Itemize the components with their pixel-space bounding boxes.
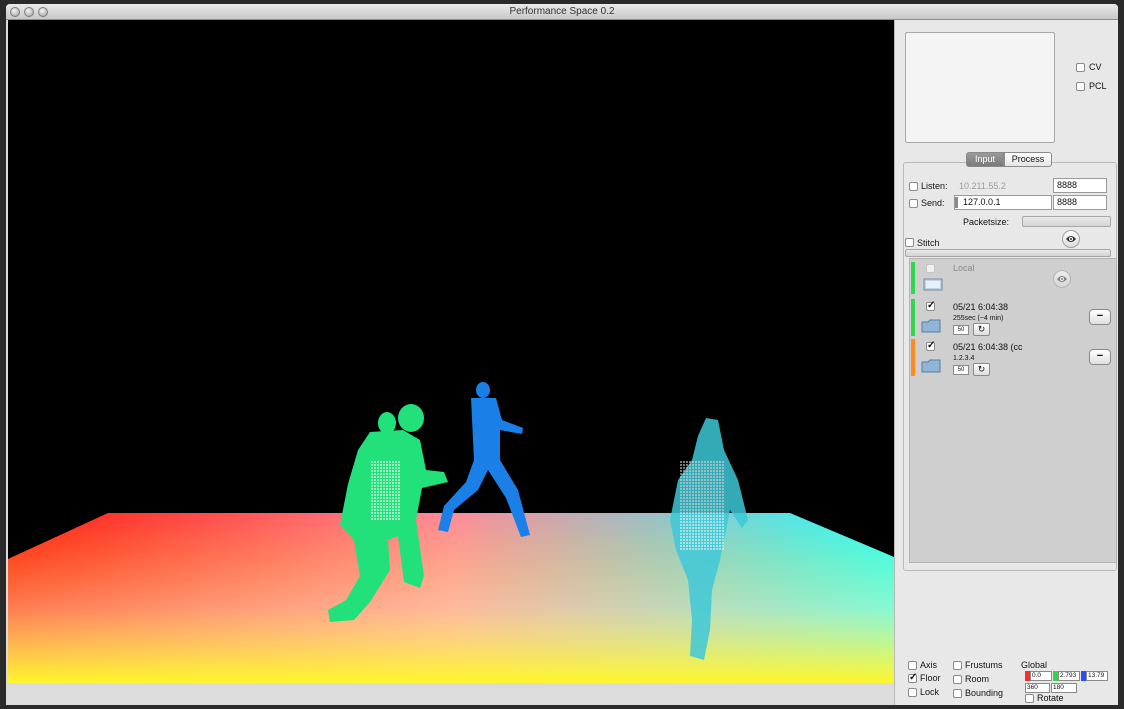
floor-label: Floor [920, 673, 941, 683]
text-cursor [955, 197, 958, 208]
global-x-field[interactable]: 0.0 [1030, 671, 1052, 681]
stitch-eye-toggle[interactable] [1062, 230, 1080, 248]
packetsize-label: Packetsize: [963, 217, 1010, 227]
title-bar[interactable]: Performance Space 0.2 [6, 4, 1118, 20]
stream-list: Local 05/21 6:04:38 255sec (~4 min) 50 [909, 258, 1117, 563]
lock-label: Lock [920, 687, 940, 697]
stream-2-checkbox[interactable] [926, 340, 935, 351]
stream-1-title: 05/21 6:04:38 [953, 302, 1009, 312]
stream-2-value[interactable]: 50 [953, 365, 969, 375]
listen-checkbox[interactable] [909, 182, 918, 191]
camera-preview [905, 32, 1055, 143]
window-title: Performance Space 0.2 [509, 6, 615, 17]
send-checkbox[interactable] [909, 199, 918, 208]
app-window: Performance Space 0.2 CV PCL Input Proce… [6, 4, 1118, 705]
control-panel: CV PCL Input Process Listen: 10.211.55.2… [894, 20, 1118, 705]
stream-2-title: 05/21 6:04:38 (cc [953, 342, 1023, 352]
cv-checkbox[interactable] [1076, 63, 1085, 72]
stream-2-remove-button[interactable]: − [1089, 349, 1111, 365]
pcl-label: PCL [1089, 81, 1107, 91]
monitor-icon [923, 278, 943, 291]
floor-plane [8, 513, 894, 683]
send-ip-field[interactable]: 127.0.0.1 [954, 195, 1052, 210]
axis-label: Axis [920, 660, 938, 670]
stream-1-refresh-button[interactable]: ↻ [973, 323, 990, 336]
stream-2-refresh-button[interactable]: ↻ [973, 363, 990, 376]
stream-1-value[interactable]: 50 [953, 325, 969, 335]
stream-1-checkbox[interactable] [926, 300, 935, 311]
point-cloud-scene [8, 382, 894, 683]
bounding-checkbox[interactable] [953, 689, 962, 698]
tab-input[interactable]: Input [966, 152, 1004, 167]
stream-local-eye-toggle[interactable] [1053, 270, 1071, 288]
stream-local-title: Local [953, 263, 975, 273]
global-rot-b-field[interactable]: 180 [1051, 683, 1077, 693]
stream-1-remove-button[interactable]: − [1089, 309, 1111, 325]
send-port-field[interactable]: 8888 [1053, 195, 1107, 210]
packetsize-bar [1022, 216, 1111, 227]
frustums-checkbox[interactable] [953, 661, 962, 670]
global-label: Global [1021, 660, 1048, 670]
room-label: Room [965, 674, 990, 684]
eye-icon [1057, 276, 1067, 282]
global-y-field[interactable]: 2.793 [1058, 671, 1080, 681]
listen-port-field[interactable]: 8888 [1053, 178, 1107, 193]
frustums-label: Frustums [965, 660, 1003, 670]
folder-icon [921, 319, 941, 333]
lock-checkbox[interactable] [908, 688, 917, 697]
pcl-checkbox[interactable] [1076, 82, 1085, 91]
send-label: Send: [921, 198, 945, 208]
stitch-label: Stitch [917, 238, 940, 248]
eye-icon [1066, 236, 1076, 242]
rotate-label: Rotate [1037, 693, 1064, 703]
tab-process[interactable]: Process [1004, 152, 1052, 167]
listen-ip: 10.211.55.2 [959, 181, 1006, 191]
stream-2-detail: 1.2.3.4 [953, 355, 975, 362]
rotate-checkbox[interactable] [1025, 694, 1034, 703]
stream-1-detail: 255sec (~4 min) [953, 315, 1004, 322]
axis-checkbox[interactable] [908, 661, 917, 670]
global-rot-a-field[interactable]: 360 [1025, 683, 1050, 693]
stream-color-bar [911, 262, 915, 294]
stitch-bar [905, 249, 1111, 257]
stitch-checkbox[interactable] [905, 238, 914, 247]
listen-label: Listen: [921, 181, 948, 191]
cv-label: CV [1089, 62, 1102, 72]
stream-color-bar [911, 339, 915, 376]
3d-viewport[interactable] [8, 20, 894, 683]
floor-checkbox[interactable] [908, 672, 917, 683]
room-checkbox[interactable] [953, 675, 962, 684]
bounding-label: Bounding [965, 688, 1004, 698]
stream-local-checkbox[interactable] [926, 264, 935, 273]
folder-icon [921, 359, 941, 373]
global-z-field[interactable]: 13.79 [1086, 671, 1108, 681]
stream-color-bar [911, 299, 915, 336]
